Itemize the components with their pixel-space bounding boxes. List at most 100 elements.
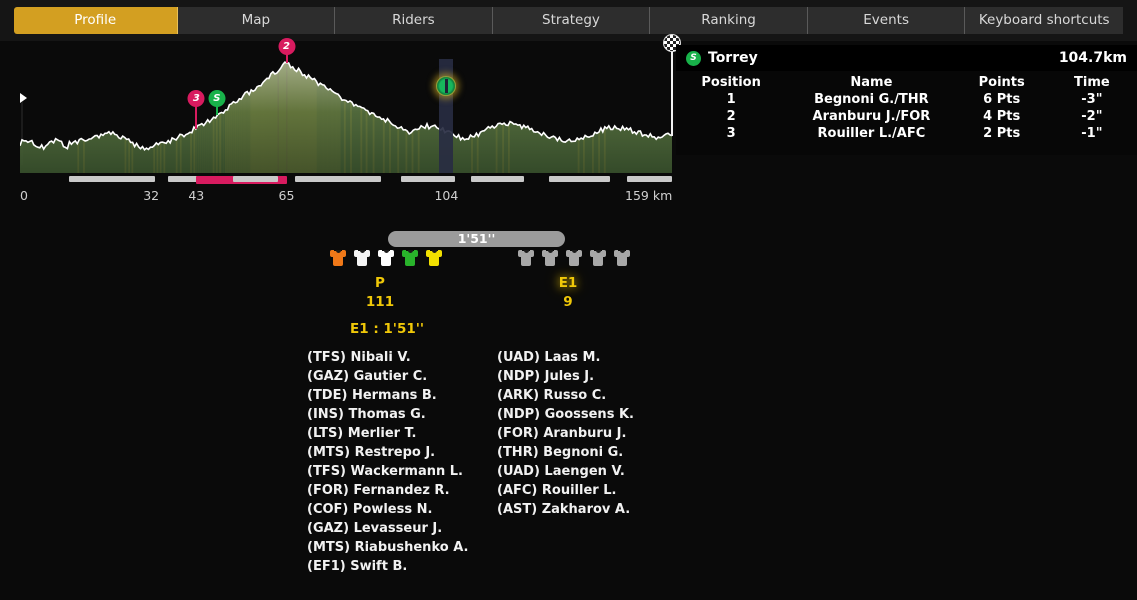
table-header-name: Name xyxy=(850,75,893,90)
list-item[interactable]: (LTS) Merlier T. xyxy=(307,424,468,443)
list-item[interactable]: (COF) Powless N. xyxy=(307,500,468,519)
climb-badge-icon: 3 xyxy=(187,90,205,107)
list-item[interactable]: (MTS) Restrepo J. xyxy=(307,443,468,462)
group-count-e1: 9 xyxy=(563,294,573,310)
sprint-badge-icon: S xyxy=(686,50,701,66)
jersey-icon-yellow xyxy=(426,248,442,266)
distance-axis: 0 32 43 65 104 159 km xyxy=(0,172,676,210)
list-item[interactable]: (FOR) Fernandez R. xyxy=(307,481,468,500)
sprint-location-title: Torrey xyxy=(708,50,758,66)
jersey-icon-grey xyxy=(566,248,582,266)
axis-tick-label: 43 xyxy=(188,188,205,203)
profile-marker-finish[interactable] xyxy=(662,34,681,136)
stage-profile-screen: Profile Map Riders Strategy Ranking Events Key… xyxy=(0,0,1137,600)
tab-bar: Profile Map Riders Strategy Ranking Events Key… xyxy=(0,0,1137,41)
elevation-profile-svg xyxy=(20,61,672,173)
list-item[interactable]: (THR) Begnoni G. xyxy=(497,443,634,462)
list-item[interactable]: (TFS) Wackermann L. xyxy=(307,462,468,481)
rider-list-peloton: (TFS) Nibali V. (GAZ) Gautier C. (TDE) Her… xyxy=(307,348,468,576)
cell-position: 3 xyxy=(726,126,736,141)
list-item[interactable]: (AST) Zakharov A. xyxy=(497,500,634,519)
list-item[interactable]: (NDP) Jules J. xyxy=(497,367,634,386)
profile-marker-s[interactable]: S xyxy=(208,90,226,115)
table-body: 1 Begnoni G./THR 6 Pts -3" 2 Aranburu J./FOR 4… xyxy=(676,91,1137,142)
list-item[interactable]: (MTS) Riabushenko A. xyxy=(307,538,468,557)
axis-tick-label: 65 xyxy=(278,188,295,203)
table-row[interactable]: 3 Rouiller L./AFC 2 Pts -1" xyxy=(676,125,1137,142)
tab-riders[interactable]: Riders xyxy=(335,7,493,34)
group-count-p: 111 xyxy=(365,294,395,310)
cell-time: -2" xyxy=(1081,109,1103,124)
jersey-icon-green xyxy=(402,248,418,266)
cell-points: 6 Pts xyxy=(983,92,1021,107)
list-item[interactable]: (TFS) Nibali V. xyxy=(307,348,468,367)
tab-map[interactable]: Map xyxy=(177,7,336,34)
list-item[interactable]: (FOR) Aranburu J. xyxy=(497,424,634,443)
sprint-result-table: Position Name Points Time 1 Begnoni G./THR 6 … xyxy=(676,71,1137,142)
table-header-points: Points xyxy=(978,75,1025,90)
cell-points: 4 Pts xyxy=(983,109,1021,124)
jersey-row-e1 xyxy=(518,248,630,266)
cell-points: 2 Pts xyxy=(983,126,1021,141)
axis-sector-bar xyxy=(294,176,381,182)
profile-marker-2[interactable]: 2 xyxy=(278,38,296,63)
table-header-time: Time xyxy=(1074,75,1110,90)
gap-summary-label: E1 : 1'51'' xyxy=(350,321,424,337)
cell-time: -1" xyxy=(1081,126,1103,141)
table-row[interactable]: 2 Aranburu J./FOR 4 Pts -2" xyxy=(676,108,1137,125)
list-item[interactable]: (AFC) Rouiller L. xyxy=(497,481,634,500)
table-header-position: Position xyxy=(701,75,761,90)
axis-sector-bar xyxy=(233,176,279,182)
list-item[interactable]: (EF1) Swift B. xyxy=(307,557,468,576)
cell-name: Aranburu J./FOR xyxy=(812,109,931,124)
sprint-badge-icon: S xyxy=(208,90,226,107)
jersey-icon-grey xyxy=(518,248,534,266)
sprint-distance-value: 104.7km xyxy=(1058,50,1127,66)
list-item[interactable]: (TDE) Hermans B. xyxy=(307,386,468,405)
jersey-icon-grey xyxy=(542,248,558,266)
axis-tick-label: 0 xyxy=(20,188,28,203)
axis-sector-bar xyxy=(548,176,611,182)
elevation-profile-canvas[interactable]: 3S 2 xyxy=(20,34,681,173)
list-item[interactable]: (UAD) Laas M. xyxy=(497,348,634,367)
tab-events[interactable]: Events xyxy=(807,7,966,34)
list-item[interactable]: (INS) Thomas G. xyxy=(307,405,468,424)
jersey-icon-polkadot xyxy=(378,248,394,266)
axis-sector-bar xyxy=(626,176,672,182)
tab-strategy[interactable]: Strategy xyxy=(492,7,651,34)
cell-name: Rouiller L./AFC xyxy=(817,126,926,141)
sprint-panel-header: S Torrey 104.7km xyxy=(676,45,1137,71)
axis-tick-label: 104 xyxy=(434,188,459,203)
axis-sector-bar xyxy=(401,176,455,182)
climb-badge-icon: 2 xyxy=(278,38,296,55)
axis-tick-label: 32 xyxy=(143,188,160,203)
table-header-row: Position Name Points Time xyxy=(676,71,1137,91)
rider-list-breakaway: (UAD) Laas M. (NDP) Jules J. (ARK) Russo C… xyxy=(497,348,634,519)
jersey-icon-white xyxy=(354,248,370,266)
group-name-e1[interactable]: E1 xyxy=(538,275,598,291)
axis-sector-bar xyxy=(471,176,525,182)
jersey-icon-grey xyxy=(590,248,606,266)
cell-position: 2 xyxy=(726,109,736,124)
list-item[interactable]: (ARK) Russo C. xyxy=(497,386,634,405)
cell-time: -3" xyxy=(1081,92,1103,107)
cell-name: Begnoni G./THR xyxy=(814,92,929,107)
list-item[interactable]: (NDP) Goossens K. xyxy=(497,405,634,424)
jersey-icon-grey xyxy=(614,248,630,266)
gap-time-pill: 1'51'' xyxy=(388,231,565,247)
jersey-icon-orange xyxy=(330,248,346,266)
cell-position: 1 xyxy=(726,92,736,107)
group-name-p[interactable]: P xyxy=(350,275,410,291)
sprint-result-panel: S Torrey 104.7km Position Name Points Time … xyxy=(676,45,1137,155)
list-item[interactable]: (GAZ) Gautier C. xyxy=(307,367,468,386)
tab-keyboard-shortcuts[interactable]: Keyboard shortcuts xyxy=(965,7,1123,34)
axis-tick-label: 159 km xyxy=(625,188,673,203)
profile-marker-3[interactable]: 3 xyxy=(187,90,205,129)
jersey-row-p xyxy=(330,248,442,266)
tab-ranking[interactable]: Ranking xyxy=(650,7,808,34)
list-item[interactable]: (GAZ) Levasseur J. xyxy=(307,519,468,538)
list-item[interactable]: (UAD) Laengen V. xyxy=(497,462,634,481)
axis-sector-bar xyxy=(69,176,156,182)
tab-profile[interactable]: Profile xyxy=(14,7,178,34)
table-row[interactable]: 1 Begnoni G./THR 6 Pts -3" xyxy=(676,91,1137,108)
